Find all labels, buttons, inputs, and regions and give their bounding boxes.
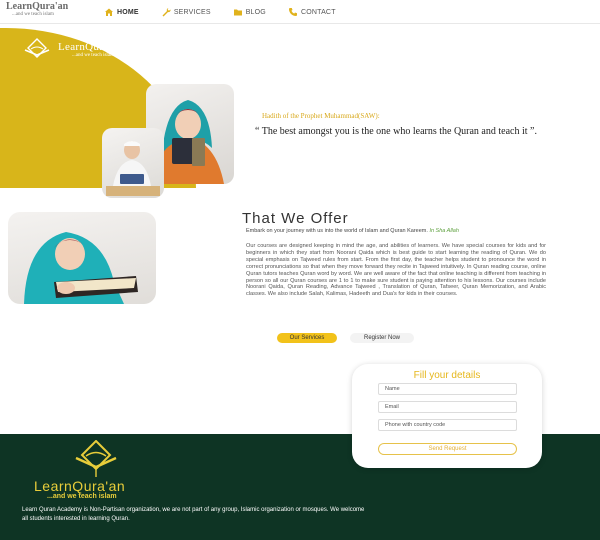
- send-request-button[interactable]: Send Request: [378, 443, 517, 455]
- nav-blog-label: BLOG: [245, 8, 266, 16]
- hero-logo-subtitle: ...and we teach islam: [72, 52, 114, 58]
- offer-intro-text: Embark on your journey with us into the …: [246, 228, 428, 234]
- email-input[interactable]: [378, 401, 517, 413]
- offer-body-text: Our courses are designed keeping in mind…: [246, 243, 546, 298]
- wrench-icon: [162, 8, 171, 17]
- hadith-title: Hadith of the Prophet Muhammad(SAW):: [262, 112, 380, 120]
- brand-subtitle: ...and we teach islam: [12, 12, 54, 17]
- brand-logo[interactable]: LearnQura'an ...and we teach islam: [6, 2, 68, 18]
- footer-title: LearnQura'an: [34, 478, 126, 494]
- nav-contact[interactable]: CONTACT: [288, 7, 336, 17]
- brand-title: LearnQura'an: [6, 1, 69, 12]
- hero-logo: LearnQura`an ...and we teach islam: [20, 38, 123, 60]
- phone-icon: [288, 8, 297, 16]
- book-diamond-icon: [24, 38, 50, 58]
- boy-reading-photo: [102, 128, 164, 198]
- details-form-card: Fill your details Send Request: [352, 364, 542, 468]
- nav-home-label: HOME: [117, 8, 139, 16]
- nav-services-label: SERVICES: [173, 8, 211, 16]
- footer-subtitle: ...and we teach islam: [47, 493, 117, 500]
- nav-blog[interactable]: BLOG: [233, 7, 266, 17]
- nav-contact-label: CONTACT: [300, 8, 336, 16]
- girl-holding-book-photo: [8, 212, 156, 304]
- nav-services[interactable]: SERVICES: [161, 7, 211, 17]
- name-input[interactable]: [378, 383, 517, 395]
- top-navbar: LearnQura'an ...and we teach islam HOME …: [0, 0, 600, 24]
- nav-home[interactable]: HOME: [104, 7, 139, 17]
- our-services-button[interactable]: Our Services: [277, 333, 337, 343]
- home-icon: [105, 8, 113, 16]
- folder-icon: [233, 9, 242, 16]
- footer-description: Learn Quran Academy is Non-Partisan orga…: [22, 507, 365, 522]
- offer-intro: Embark on your journey with us into the …: [246, 228, 546, 235]
- form-title: Fill your details: [413, 370, 481, 381]
- hadith-quote: “ The best amongst you is the one who le…: [255, 126, 537, 137]
- footer-book-diamond-icon: [75, 440, 117, 477]
- register-now-button[interactable]: Register Now: [350, 333, 414, 343]
- page: LearnQura'an ...and we teach islam HOME …: [0, 0, 600, 540]
- hero-logo-title: LearnQura`an: [58, 40, 124, 53]
- offer-intro-accent: In Sha Allah: [429, 228, 459, 234]
- main-nav: HOME SERVICES BLOG CONTACT: [104, 0, 358, 24]
- offer-heading: That We Offer: [242, 210, 349, 227]
- phone-input[interactable]: [378, 419, 517, 431]
